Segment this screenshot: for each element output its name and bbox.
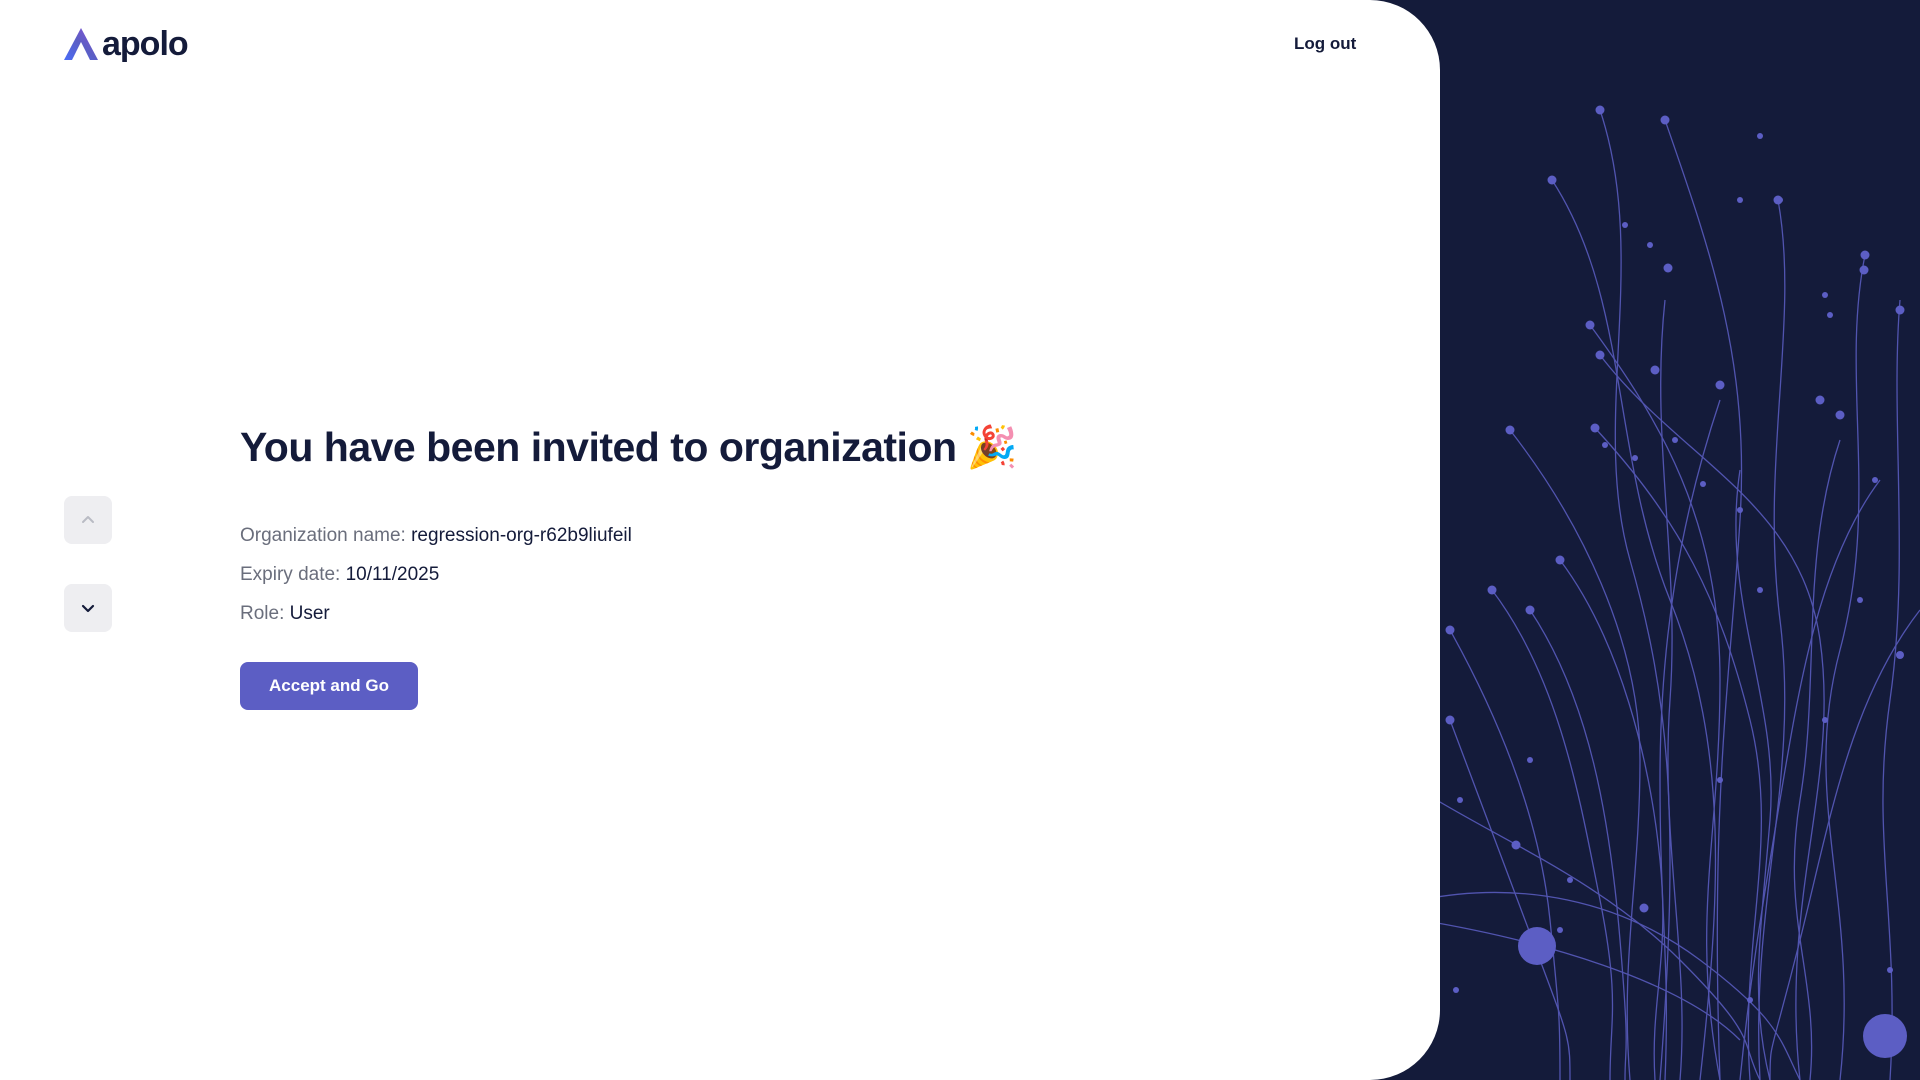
page-title-text: You have been invited to organization xyxy=(240,424,957,470)
accept-and-go-button[interactable]: Accept and Go xyxy=(240,662,418,710)
decorative-fiber-lines xyxy=(1420,105,1920,1080)
brand-name: apolo xyxy=(102,25,189,63)
page-title: You have been invited to organization 🎉 xyxy=(240,420,1018,474)
chevron-down-icon xyxy=(81,604,95,613)
scroll-up-button[interactable] xyxy=(64,496,112,544)
organization-name-label: Organization name: xyxy=(240,525,406,546)
invite-details: Organization name: regression-org-r62b9l… xyxy=(240,516,632,633)
chevron-up-icon xyxy=(82,516,94,523)
role-value: User xyxy=(289,603,330,624)
expiry-date-value: 10/11/2025 xyxy=(345,564,440,585)
organization-name-row: Organization name: regression-org-r62b9l… xyxy=(240,516,632,555)
apolo-logo-icon xyxy=(64,28,98,60)
expiry-date-row: Expiry date: 10/11/2025 xyxy=(240,555,632,594)
party-popper-icon: 🎉 xyxy=(966,423,1018,471)
apolo-logo[interactable]: apolo xyxy=(64,24,189,64)
logout-button[interactable]: Log out xyxy=(1282,30,1368,58)
scroll-down-button[interactable] xyxy=(64,584,112,632)
decorative-background-panel xyxy=(1420,0,1920,1080)
organization-name-value: regression-org-r62b9liufeil xyxy=(411,525,632,546)
main-content-panel: apolo Log out You have been invited to o… xyxy=(0,0,1440,1080)
role-label: Role: xyxy=(240,603,285,624)
expiry-date-label: Expiry date: xyxy=(240,564,341,585)
role-row: Role: User xyxy=(240,594,632,633)
